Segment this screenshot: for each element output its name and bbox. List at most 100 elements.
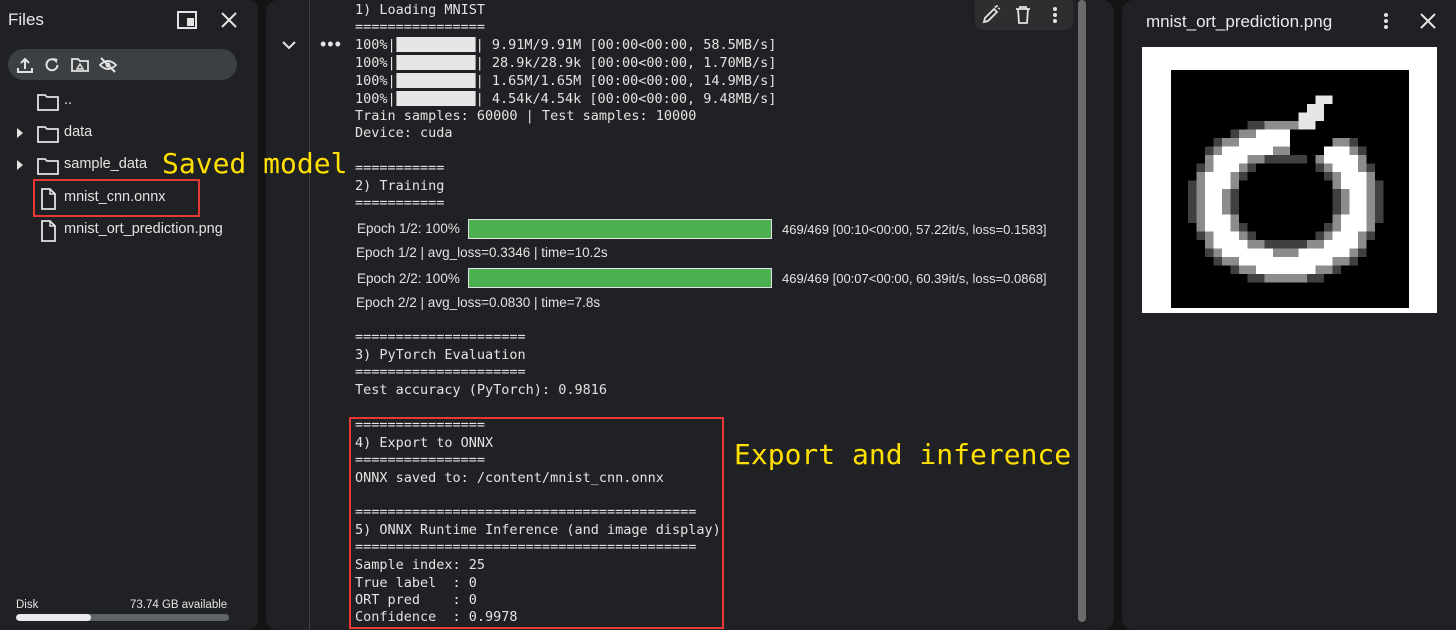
download-progress-line: 100%| | 1.65M/1.65M [00:00<00:00, 14.9MB/… [355, 73, 777, 89]
digit-pixel [1222, 248, 1231, 257]
digit-pixel [1332, 172, 1341, 181]
digit-pixel [1332, 214, 1341, 223]
digit-pixel [1256, 138, 1265, 147]
digit-pixel [1349, 206, 1358, 215]
close-files-button[interactable] [217, 8, 241, 32]
tree-item-label: .. [64, 92, 73, 108]
digit-pixel [1341, 223, 1350, 232]
digit-pixel [1247, 155, 1256, 164]
digit-pixel [1196, 214, 1205, 223]
digit-pixel [1230, 248, 1239, 257]
digit-pixel [1273, 138, 1282, 147]
tree-item-parent[interactable]: .. [0, 88, 258, 114]
annotation-saved-model: Saved model [162, 147, 348, 180]
digit-pixel [1239, 248, 1248, 257]
refresh-icon [45, 58, 59, 72]
digit-pixel [1349, 231, 1358, 240]
epoch-progress-stats: 469/469 [00:10<00:00, 57.22it/s, loss=0.… [782, 222, 1047, 237]
hide-files-button[interactable] [97, 54, 119, 76]
digit-pixel [1324, 240, 1333, 249]
digit-pixel [1213, 223, 1222, 232]
edit-cell-button[interactable] [979, 3, 1003, 27]
open-in-tab-button[interactable] [175, 8, 199, 32]
digit-pixel [1358, 189, 1367, 198]
digit-pixel [1188, 189, 1197, 198]
disk-label: Disk [16, 599, 39, 611]
disk-usage-bar [16, 614, 229, 621]
digit-pixel [1358, 223, 1367, 232]
digit-pixel [1315, 231, 1324, 240]
tree-item-label: mnist_ort_prediction.png [64, 221, 223, 237]
digit-pixel [1213, 180, 1222, 189]
digit-pixel [1281, 146, 1290, 155]
digit-pixel [1213, 146, 1222, 155]
section-rule: ===================== [355, 364, 526, 380]
digit-pixel [1256, 274, 1265, 283]
digit-pixel [1315, 112, 1324, 121]
chevron-right-icon[interactable] [15, 128, 25, 138]
digit-pixel [1273, 146, 1282, 155]
upload-button[interactable] [14, 54, 36, 76]
digit-pixel [1290, 155, 1299, 164]
digit-pixel [1264, 265, 1273, 274]
file-icon [41, 220, 56, 242]
digit-pixel [1341, 248, 1350, 257]
digit-pixel [1247, 257, 1256, 266]
digit-pixel [1281, 265, 1290, 274]
digit-pixel [1281, 257, 1290, 266]
digit-pixel [1349, 163, 1358, 172]
digit-pixel [1188, 206, 1197, 215]
digit-pixel [1358, 180, 1367, 189]
digit-pixel [1341, 163, 1350, 172]
accuracy-text: Test accuracy (PyTorch): 0.9816 [355, 382, 607, 398]
digit-pixel [1366, 223, 1375, 232]
digit-pixel [1256, 240, 1265, 249]
digit-pixel [1315, 248, 1324, 257]
digit-pixel [1273, 129, 1282, 138]
digit-pixel [1264, 129, 1273, 138]
digit-pixel [1273, 274, 1282, 283]
digit-pixel [1358, 172, 1367, 181]
digit-pixel [1341, 197, 1350, 206]
delete-cell-button[interactable] [1011, 3, 1035, 27]
cell-more-button[interactable] [1043, 3, 1067, 27]
digit-pixel [1239, 223, 1248, 232]
close-image-button[interactable] [1416, 9, 1440, 33]
output-scrollbar-thumb[interactable] [1078, 0, 1086, 622]
chevron-right-icon[interactable] [15, 160, 25, 170]
close-icon [221, 12, 237, 28]
upload-icon [17, 57, 33, 73]
tree-item-data[interactable]: data [0, 120, 258, 146]
digit-pixel [1264, 138, 1273, 147]
tree-item-mnist-ort-prediction[interactable]: mnist_ort_prediction.png [0, 217, 258, 243]
refresh-button[interactable] [41, 54, 63, 76]
digit-pixel [1247, 138, 1256, 147]
digit-pixel [1315, 240, 1324, 249]
more-horiz-icon[interactable]: ••• [320, 34, 342, 55]
digit-pixel [1332, 265, 1341, 274]
digit-pixel [1307, 104, 1316, 113]
digit-pixel [1341, 214, 1350, 223]
digit-pixel [1256, 121, 1265, 130]
digit-pixel [1196, 206, 1205, 215]
epoch-progress-fill [469, 220, 771, 238]
digit-pixel [1222, 214, 1231, 223]
digit-pixel [1349, 240, 1358, 249]
digit-pixel [1341, 180, 1350, 189]
digit-pixel [1230, 172, 1239, 181]
digit-pixel [1222, 223, 1231, 232]
digit-pixel [1256, 155, 1265, 164]
digit-pixel [1332, 189, 1341, 198]
digit-pixel [1239, 172, 1248, 181]
image-more-button[interactable] [1374, 9, 1398, 33]
digit-pixel [1196, 172, 1205, 181]
chevron-down-icon[interactable] [280, 38, 298, 52]
digit-pixel [1358, 231, 1367, 240]
digit-pixel [1230, 146, 1239, 155]
digit-pixel [1205, 240, 1214, 249]
digit-pixel [1298, 112, 1307, 121]
digit-pixel [1341, 146, 1350, 155]
cell-divider [309, 0, 310, 630]
digit-pixel [1256, 129, 1265, 138]
mount-drive-button[interactable] [69, 54, 91, 76]
